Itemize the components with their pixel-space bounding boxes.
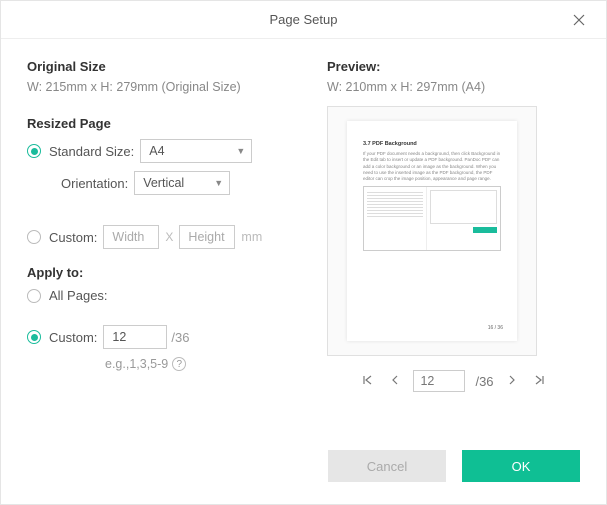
titlebar: Page Setup	[1, 1, 606, 39]
unit-label: mm	[241, 230, 262, 244]
all-pages-label: All Pages:	[49, 288, 108, 303]
height-input[interactable]: Height	[179, 225, 235, 249]
standard-size-label: Standard Size:	[49, 144, 134, 159]
help-icon[interactable]: ?	[172, 357, 186, 371]
chevron-right-icon	[508, 375, 516, 385]
custom-size-option[interactable]: Custom: Width X Height mm	[27, 225, 311, 249]
all-pages-option[interactable]: All Pages:	[27, 288, 311, 303]
chevron-down-icon: ▼	[236, 146, 245, 156]
example-text: e.g.,1,3,5-9	[105, 357, 168, 371]
width-placeholder: Width	[112, 230, 144, 244]
apply-to-heading: Apply to:	[27, 265, 311, 280]
first-page-button[interactable]	[359, 372, 377, 390]
page-number-value: 12	[420, 374, 434, 388]
example-row: e.g.,1,3,5-9 ?	[105, 357, 311, 371]
first-page-icon	[363, 375, 373, 385]
thumb-ui-block	[363, 186, 501, 251]
page-thumbnail: 3.7 PDF Background If your PDF document …	[347, 121, 517, 341]
radio-standard-size[interactable]	[27, 144, 41, 158]
height-placeholder: Height	[188, 230, 224, 244]
orientation-value: Vertical	[143, 176, 184, 190]
ok-button[interactable]: OK	[462, 450, 580, 482]
thumb-paragraph: If your PDF document needs a background,…	[363, 151, 501, 182]
dialog-title: Page Setup	[270, 12, 338, 27]
apply-custom-input[interactable]: 12	[103, 325, 167, 349]
footer: Cancel OK	[1, 440, 606, 504]
preview-heading: Preview:	[327, 59, 580, 74]
apply-custom-option[interactable]: Custom: 12 /36	[27, 325, 311, 349]
right-column: Preview: W: 210mm x H: 297mm (A4) 3.7 PD…	[327, 59, 580, 430]
apply-total: /36	[171, 330, 189, 345]
prev-page-button[interactable]	[387, 372, 403, 390]
last-page-button[interactable]	[530, 372, 548, 390]
chevron-down-icon: ▼	[214, 178, 223, 188]
preview-box: 3.7 PDF Background If your PDF document …	[327, 106, 537, 356]
orientation-row: Orientation: Vertical ▼	[49, 171, 311, 195]
thumb-heading: 3.7 PDF Background	[363, 141, 501, 147]
apply-custom-label: Custom:	[49, 330, 97, 345]
close-button[interactable]	[560, 1, 598, 39]
radio-apply-custom[interactable]	[27, 330, 41, 344]
standard-size-select[interactable]: A4 ▼	[140, 139, 252, 163]
thumb-page-number: 16 / 36	[488, 325, 503, 331]
ok-label: OK	[512, 459, 531, 474]
preview-pager: 12 /36	[327, 370, 580, 392]
page-total: /36	[475, 374, 493, 389]
page-number-input[interactable]: 12	[413, 370, 465, 392]
cancel-label: Cancel	[367, 459, 407, 474]
original-size-heading: Original Size	[27, 59, 311, 74]
cancel-button[interactable]: Cancel	[328, 450, 446, 482]
left-column: Original Size W: 215mm x H: 279mm (Origi…	[27, 59, 327, 430]
orientation-select[interactable]: Vertical ▼	[134, 171, 230, 195]
standard-size-option[interactable]: Standard Size: A4 ▼	[27, 139, 311, 163]
radio-custom-size[interactable]	[27, 230, 41, 244]
custom-size-label: Custom:	[49, 230, 97, 245]
apply-custom-value: 12	[112, 330, 126, 344]
chevron-left-icon	[391, 375, 399, 385]
standard-size-value: A4	[149, 144, 164, 158]
radio-all-pages[interactable]	[27, 289, 41, 303]
x-separator: X	[165, 230, 173, 244]
last-page-icon	[534, 375, 544, 385]
dialog-body: Original Size W: 215mm x H: 279mm (Origi…	[1, 39, 606, 440]
preview-text: W: 210mm x H: 297mm (A4)	[327, 80, 580, 94]
width-input[interactable]: Width	[103, 225, 159, 249]
orientation-label: Orientation:	[61, 176, 128, 191]
next-page-button[interactable]	[504, 372, 520, 390]
page-setup-dialog: Page Setup Original Size W: 215mm x H: 2…	[0, 0, 607, 505]
close-icon	[573, 14, 585, 26]
original-size-text: W: 215mm x H: 279mm (Original Size)	[27, 80, 311, 94]
resized-page-heading: Resized Page	[27, 116, 311, 131]
